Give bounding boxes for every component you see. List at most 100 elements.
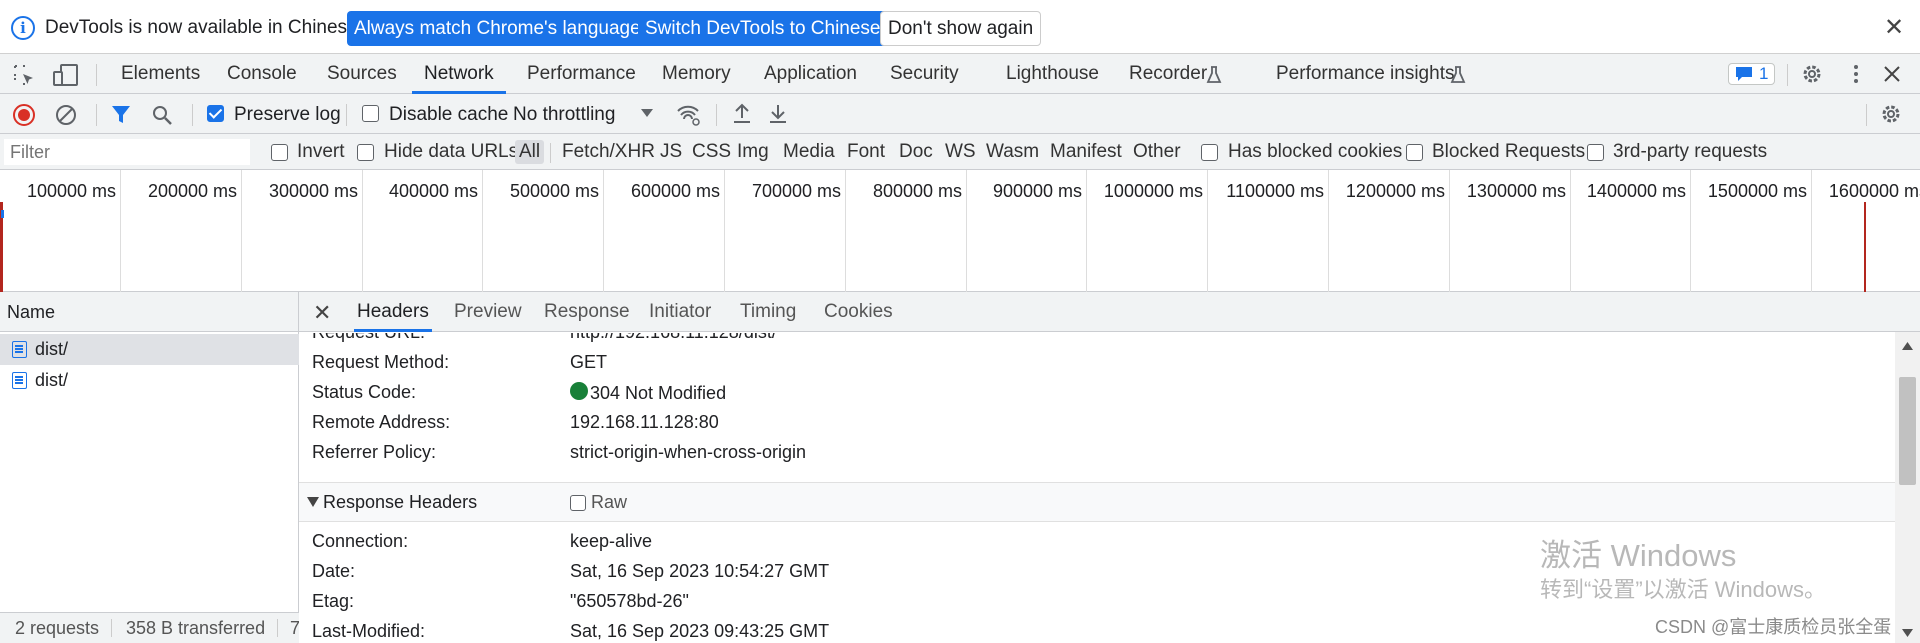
tab-performance-insights[interactable]: Performance insights <box>1276 54 1454 94</box>
raw-headers-checkbox[interactable] <box>570 495 586 511</box>
import-har-icon[interactable] <box>731 102 753 126</box>
blocked-requests-label: Blocked Requests <box>1432 141 1586 162</box>
main-tab-bar: Elements Console Sources Network Perform… <box>0 54 1920 94</box>
tab-elements[interactable]: Elements <box>121 54 200 94</box>
details-tab-initiator[interactable]: Initiator <box>649 292 711 332</box>
settings-gear-icon[interactable] <box>1800 62 1824 86</box>
filter-type-manifest[interactable]: Manifest <box>1050 140 1122 164</box>
switch-to-chinese-button[interactable]: Switch DevTools to Chinese <box>638 11 888 46</box>
raw-label: Raw <box>591 492 628 512</box>
timeline-gridline <box>1207 170 1208 292</box>
windows-activation-hint: 转到“设置”以激活 Windows。 <box>1540 577 1827 602</box>
details-tab-cookies[interactable]: Cookies <box>824 292 893 332</box>
close-infobar-icon[interactable]: ✕ <box>1884 16 1904 40</box>
close-details-icon[interactable]: ✕ <box>313 300 331 326</box>
filter-type-other[interactable]: Other <box>1133 140 1181 164</box>
filter-type-doc[interactable]: Doc <box>899 140 933 164</box>
timeline-gridline <box>966 170 967 292</box>
tab-memory[interactable]: Memory <box>662 54 731 94</box>
filter-funnel-icon[interactable] <box>110 103 132 127</box>
inspect-element-icon[interactable] <box>12 63 36 87</box>
close-devtools-icon[interactable] <box>1881 63 1903 85</box>
timeline-tick-label: 400000 ms <box>388 181 478 201</box>
request-list-pane: Name dist/ dist/ <box>0 292 299 643</box>
filter-type-ws[interactable]: WS <box>945 140 976 164</box>
timeline-gridline <box>603 170 604 292</box>
timeline-tick-label: 600000 ms <box>630 181 720 201</box>
device-toolbar-icon[interactable] <box>53 63 79 87</box>
invert-checkbox[interactable] <box>271 144 288 161</box>
header-key: Remote Address: <box>312 412 451 432</box>
preserve-log-checkbox[interactable] <box>207 105 224 122</box>
throttling-select[interactable]: No throttling <box>513 104 615 126</box>
scrollbar-thumb[interactable] <box>1899 377 1916 485</box>
network-settings-gear-icon[interactable] <box>1879 102 1903 126</box>
request-marker <box>1 210 4 218</box>
invert-label: Invert <box>297 141 345 162</box>
timeline-tick-label: 100000 ms <box>26 181 116 201</box>
filter-input[interactable] <box>4 139 250 165</box>
search-icon[interactable] <box>150 103 174 127</box>
scroll-up-arrow-icon[interactable] <box>1902 342 1913 350</box>
name-column-header[interactable]: Name <box>7 302 55 323</box>
hide-data-urls-label: Hide data URLs <box>384 141 519 162</box>
third-party-requests-checkbox[interactable] <box>1587 144 1604 161</box>
csdn-watermark: CSDN @富士康质检员张全蛋 <box>1655 613 1892 639</box>
filter-type-wasm[interactable]: Wasm <box>986 140 1039 164</box>
toolbar-divider <box>346 104 347 126</box>
filter-type-font[interactable]: Font <box>847 140 885 164</box>
filter-type-js[interactable]: JS <box>660 140 682 164</box>
tab-sources[interactable]: Sources <box>327 54 397 94</box>
network-conditions-icon[interactable] <box>676 103 702 127</box>
scroll-down-arrow-icon[interactable] <box>1902 629 1913 637</box>
header-key: Date: <box>312 561 356 581</box>
disable-cache-checkbox[interactable] <box>362 105 379 122</box>
tab-security[interactable]: Security <box>890 54 959 94</box>
timeline-gridline <box>362 170 363 292</box>
stop-recording-icon[interactable] <box>12 103 36 127</box>
header-value: GET <box>570 352 608 372</box>
network-overview-timeline[interactable]: 100000 ms 200000 ms 300000 ms 400000 ms 5000… <box>0 170 1920 292</box>
tab-console[interactable]: Console <box>227 54 297 94</box>
details-scrollbar[interactable] <box>1895 332 1920 643</box>
timeline-gridline <box>241 170 242 292</box>
details-tab-headers[interactable]: Headers <box>354 292 432 332</box>
toolbar-divider <box>96 64 97 86</box>
blocked-requests-checkbox[interactable] <box>1406 144 1423 161</box>
clear-log-icon[interactable] <box>54 103 78 127</box>
header-value: Sat, 16 Sep 2023 10:54:27 GMT <box>570 561 830 581</box>
timeline-tick-label: 900000 ms <box>992 181 1082 201</box>
request-row[interactable]: dist/ <box>0 365 299 396</box>
header-value: strict-origin-when-cross-origin <box>570 442 807 462</box>
request-row[interactable]: dist/ <box>0 334 299 365</box>
filter-type-media[interactable]: Media <box>783 140 835 164</box>
details-tab-timing[interactable]: Timing <box>740 292 796 332</box>
filter-type-fetch-xhr[interactable]: Fetch/XHR <box>562 140 655 164</box>
timeline-gridline <box>1328 170 1329 292</box>
issues-counter[interactable]: 1 <box>1728 63 1776 85</box>
always-match-language-button[interactable]: Always match Chrome's language <box>347 11 648 46</box>
triangle-down-icon <box>307 497 319 507</box>
tab-network[interactable]: Network <box>412 54 506 94</box>
more-options-icon[interactable] <box>1844 62 1868 86</box>
tab-performance[interactable]: Performance <box>527 54 636 94</box>
has-blocked-cookies-checkbox[interactable] <box>1201 144 1218 161</box>
timeline-tick-label: 800000 ms <box>872 181 962 201</box>
dropdown-arrow-icon[interactable] <box>640 108 654 118</box>
tab-lighthouse[interactable]: Lighthouse <box>1006 54 1099 94</box>
filter-type-img[interactable]: Img <box>737 140 769 164</box>
header-value: http://192.168.11.128/dist/ <box>570 333 777 343</box>
response-headers-section[interactable]: Response Headers Raw <box>299 482 1895 522</box>
dont-show-again-button[interactable]: Don't show again <box>880 11 1042 46</box>
tab-recorder[interactable]: Recorder <box>1129 54 1207 94</box>
hide-data-urls-checkbox[interactable] <box>357 144 374 161</box>
timeline-tick-label: 1400000 ms <box>1586 181 1686 201</box>
filter-type-all[interactable]: All <box>515 140 545 164</box>
export-har-icon[interactable] <box>767 102 789 126</box>
request-name: dist/ <box>35 370 69 390</box>
tab-application[interactable]: Application <box>764 54 857 94</box>
filter-type-css[interactable]: CSS <box>692 140 731 164</box>
filter-bar: Invert Hide data URLs All Fetch/XHR JS C… <box>0 134 1920 170</box>
details-tab-preview[interactable]: Preview <box>454 292 522 332</box>
details-tab-response[interactable]: Response <box>544 292 630 332</box>
